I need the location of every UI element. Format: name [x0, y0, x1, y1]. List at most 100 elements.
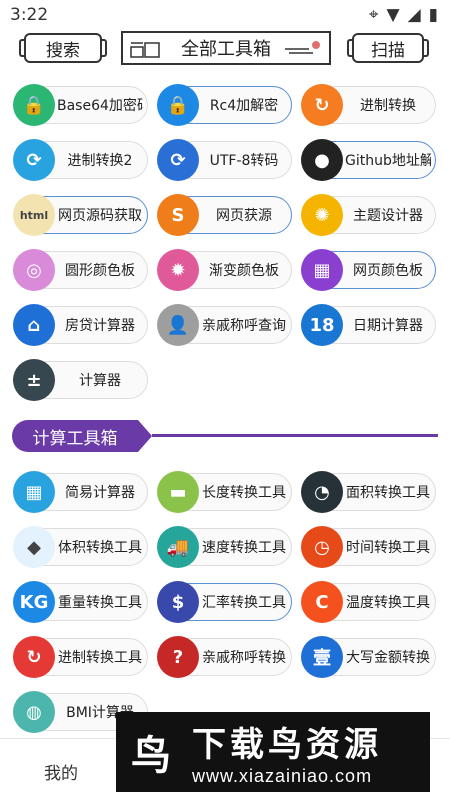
status-bar: 3:22 ⌖ ▼ ◢ ▮: [0, 0, 450, 30]
battery-icon: ▮: [428, 5, 438, 25]
sublime-icon: S: [157, 194, 199, 236]
tool-label: 汇率转换工具: [202, 595, 286, 611]
tool-item[interactable]: ▦ 简易计算器: [13, 471, 148, 513]
tool-label: 房贷计算器: [65, 318, 135, 334]
tool-label: 进制转换工具: [58, 650, 142, 666]
calculator-icon: ▦: [13, 471, 55, 513]
person-icon: ?: [157, 636, 199, 678]
tool-item[interactable]: $ 汇率转换工具: [157, 581, 292, 623]
wifi-icon: ▼: [386, 5, 400, 25]
tab-me[interactable]: 我的: [44, 759, 78, 784]
tool-label: 进制转换2: [67, 153, 133, 169]
page-title-text: 全部工具箱: [181, 39, 271, 60]
tool-label: 长度转换工具: [202, 485, 286, 501]
tool-item[interactable]: ⟳ 进制转换2: [13, 139, 148, 181]
lock-icon: 🔒: [157, 84, 199, 126]
refresh-icon: ↻: [13, 636, 55, 678]
tool-label: 网页颜色板: [353, 263, 423, 279]
bird-logo-icon: 鸟: [131, 733, 171, 779]
tool-item[interactable]: 👤 亲戚称呼查询: [157, 304, 292, 346]
tool-label: 速度转换工具: [202, 540, 286, 556]
tool-label: 亲戚称呼查询: [202, 318, 286, 334]
radar-icon: ◔: [301, 471, 343, 513]
money-icon: 壹: [301, 636, 343, 678]
tool-item[interactable]: 壹大写金额转换: [301, 636, 436, 678]
tool-label: 简易计算器: [65, 485, 135, 501]
scan-button[interactable]: 扫描: [347, 33, 429, 63]
tool-item[interactable]: ◔ 面积转换工具: [301, 471, 436, 513]
tool-label: 进制转换: [360, 98, 416, 114]
tool-label: Base64加密码: [57, 98, 143, 114]
watermark-url: www.xiazainiao.com: [192, 766, 373, 786]
sync-icon: ⟳: [13, 139, 55, 181]
tool-item[interactable]: 🔒 Rc4加解密: [157, 84, 292, 126]
watermark-title: 下载鸟资源: [192, 725, 382, 765]
status-time: 3:22: [10, 5, 49, 25]
tool-item[interactable]: ? 亲戚称呼转换: [157, 636, 292, 678]
ruler-icon: ▬: [157, 471, 199, 513]
clock-icon: ◷: [301, 526, 343, 568]
tool-item[interactable]: ◷ 时间转换工具: [301, 526, 436, 568]
temperature-icon: C: [301, 581, 343, 623]
search-button[interactable]: 搜索: [19, 33, 107, 63]
tool-label: 网页获源: [216, 208, 272, 224]
tool-item[interactable]: KG 重量转换工具: [13, 581, 148, 623]
tool-label: UTF-8转码: [209, 153, 279, 169]
building-deco-icon: [130, 42, 160, 58]
tool-label: 时间转换工具: [346, 540, 430, 556]
tool-item[interactable]: ✺ 主题设计器: [301, 194, 436, 236]
palette-icon: ▦: [301, 249, 343, 291]
tool-label: 大写金额转换: [346, 650, 430, 666]
tool-label: 圆形颜色板: [65, 263, 135, 279]
weight-icon: KG: [13, 581, 55, 623]
currency-icon: $: [157, 581, 199, 623]
tool-label: Github地址解...: [345, 153, 431, 169]
tool-item[interactable]: ↻ 进制转换工具: [13, 636, 148, 678]
tool-item[interactable]: 🔒 Base64加密码: [13, 84, 148, 126]
tool-label: 重量转换工具: [58, 595, 142, 611]
calendar-icon: 18: [301, 304, 343, 346]
truck-icon: 🚚: [157, 526, 199, 568]
tool-item[interactable]: ◆ 体积转换工具: [13, 526, 148, 568]
tool-item[interactable]: C 温度转换工具: [301, 581, 436, 623]
github-icon: ●: [301, 139, 343, 181]
tool-item[interactable]: ⌂ 房贷计算器: [13, 304, 148, 346]
tool-label: Rc4加解密: [209, 98, 279, 114]
tool-item[interactable]: ▦ 网页颜色板: [301, 249, 436, 291]
tool-label: 渐变颜色板: [209, 263, 279, 279]
tool-label: 面积转换工具: [346, 485, 430, 501]
tool-item[interactable]: ✹ 渐变颜色板: [157, 249, 292, 291]
dropbox-icon: ◆: [13, 526, 55, 568]
section-title: 计算工具箱: [12, 420, 152, 452]
person-icon: 👤: [157, 304, 199, 346]
tool-item[interactable]: html 网页源码获取: [13, 194, 148, 236]
tool-item[interactable]: S 网页获源: [157, 194, 292, 236]
tool-label: 温度转换工具: [346, 595, 430, 611]
tool-label: 计算器: [79, 373, 121, 389]
tool-label: 主题设计器: [353, 208, 423, 224]
tool-label: 体积转换工具: [58, 540, 142, 556]
tool-item[interactable]: ± 计算器: [13, 359, 148, 401]
house-icon: ⌂: [13, 304, 55, 346]
watermark-banner: 鸟 下载鸟资源 www.xiazainiao.com: [116, 712, 430, 792]
tool-label: 日期计算器: [353, 318, 423, 334]
tool-item[interactable]: ⟳ UTF-8转码: [157, 139, 292, 181]
palette-icon: ✹: [157, 249, 199, 291]
section-divider: [152, 434, 438, 437]
tool-label: 亲戚称呼转换: [202, 650, 286, 666]
bmi-icon: ◍: [13, 691, 55, 733]
location-icon: ⌖: [368, 5, 379, 25]
tool-item[interactable]: ▬ 长度转换工具: [157, 471, 292, 513]
tool-item[interactable]: ↻ 进制转换: [301, 84, 436, 126]
status-icons: ⌖ ▼ ◢ ▮: [369, 5, 438, 25]
tool-label: 网页源码获取: [58, 208, 142, 224]
tool-item[interactable]: 🚚 速度转换工具: [157, 526, 292, 568]
tool-item[interactable]: 18 日期计算器: [301, 304, 436, 346]
calculator-icon: ±: [13, 359, 55, 401]
page-title: 全部工具箱: [121, 31, 331, 65]
tool-item[interactable]: ●Github地址解...: [301, 139, 436, 181]
header: 搜索 全部工具箱 扫描: [0, 30, 450, 66]
tool-item[interactable]: ◎ 圆形颜色板: [13, 249, 148, 291]
sync-icon: ⟳: [157, 139, 199, 181]
pill-deco-icon: [285, 41, 320, 54]
